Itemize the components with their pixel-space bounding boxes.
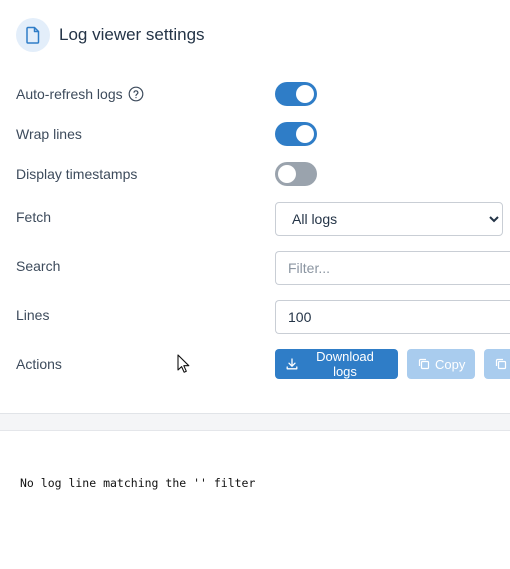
toggle-knob [296,125,314,143]
download-logs-label: Download logs [316,349,374,379]
auto-refresh-toggle[interactable] [275,82,317,106]
fetch-select[interactable]: All logs [275,202,503,236]
lines-label: Lines [16,307,50,323]
auto-refresh-row-label: Auto-refresh logs [16,84,144,104]
question-circle-icon[interactable] [128,86,144,102]
search-label: Search [16,258,61,274]
toggle-knob [296,85,314,103]
toggle-knob [278,165,296,183]
auto-refresh-label: Auto-refresh logs [16,86,123,102]
document-icon [16,18,50,52]
copy-icon [495,358,507,370]
lines-input[interactable] [275,300,510,334]
wrap-lines-label: Wrap lines [16,126,82,142]
copy-button[interactable]: Copy [407,349,475,379]
page-title: Log viewer settings [59,25,205,44]
fetch-label: Fetch [16,209,52,225]
log-panel-header [0,414,510,431]
wrap-lines-toggle[interactable] [275,122,317,146]
display-timestamps-label: Display timestamps [16,166,138,182]
download-logs-button[interactable]: Download logs [275,349,398,379]
actions-label: Actions [16,356,62,372]
copy-icon [418,358,430,370]
download-icon [286,358,298,370]
page-header: Log viewer settings [16,18,205,52]
copy-extra-button[interactable] [484,349,510,379]
mouse-cursor-icon [177,354,191,379]
search-input[interactable] [275,251,510,285]
log-output: No log line matching the '' filter [20,476,256,490]
copy-label: Copy [435,356,466,372]
display-timestamps-toggle[interactable] [275,162,317,186]
